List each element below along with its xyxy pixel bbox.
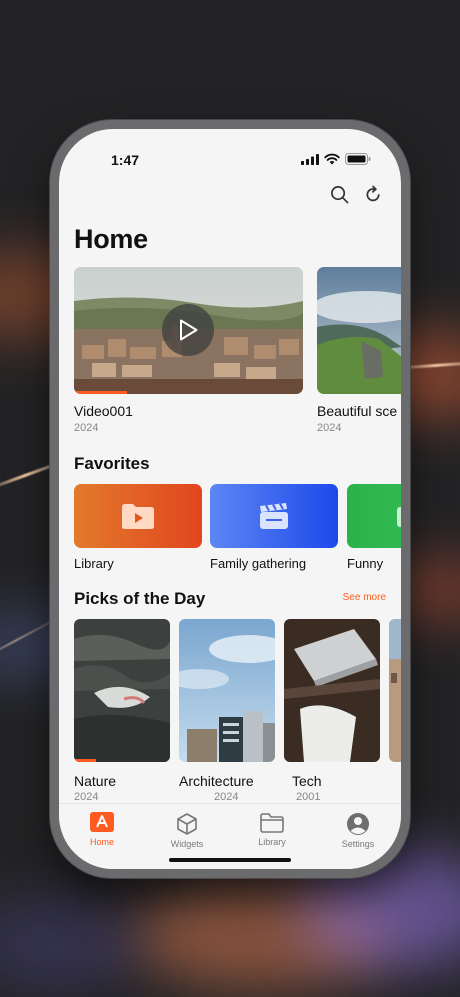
- pick-title: Architecture: [179, 773, 254, 789]
- building-image: [389, 619, 401, 762]
- video-title: Video001: [74, 403, 133, 419]
- video-title: Beautiful sce: [317, 403, 398, 419]
- play-folder-icon: [122, 504, 154, 529]
- favorite-funny[interactable]: Funny: [347, 484, 401, 571]
- video-thumbnail[interactable]: [74, 267, 303, 394]
- video-card[interactable]: Video001 2024: [74, 267, 303, 434]
- city-buildings-image: [179, 619, 275, 762]
- favorite-family-gathering[interactable]: Family gathering: [210, 484, 338, 571]
- wifi-icon: [324, 153, 340, 165]
- search-button[interactable]: [329, 184, 349, 204]
- cube-icon: [177, 813, 197, 835]
- tab-settings[interactable]: Settings: [323, 812, 393, 849]
- favorite-label: Library: [74, 556, 114, 571]
- tab-widgets[interactable]: Widgets: [152, 812, 222, 849]
- pick-card-nature[interactable]: Nature 2024: [74, 619, 170, 803]
- refresh-button[interactable]: [363, 184, 383, 204]
- favorite-label: Family gathering: [210, 556, 307, 571]
- status-bar: 1:47: [59, 129, 401, 177]
- pick-card-partial[interactable]: [389, 619, 401, 762]
- pick-thumbnail: [284, 619, 380, 762]
- tab-label: Widgets: [170, 839, 204, 849]
- pick-card-tech[interactable]: Tech 2001: [284, 619, 380, 803]
- pick-year: 2024: [214, 791, 239, 803]
- folder-icon: [397, 507, 401, 527]
- ocean-waves-image: [74, 619, 170, 762]
- pick-title: Nature: [74, 773, 117, 789]
- favorites-heading: Favorites: [74, 454, 150, 473]
- user-circle-icon: [347, 813, 369, 835]
- search-icon: [330, 185, 348, 203]
- tab-bar: Home Widgets Library Settings: [59, 803, 401, 869]
- tab-library[interactable]: Library: [237, 812, 307, 847]
- cliff-landscape-image: [317, 267, 401, 394]
- watch-progress-bar: [74, 391, 127, 394]
- signal-icon: [301, 153, 319, 165]
- tab-label: Home: [89, 837, 114, 847]
- battery-icon: [345, 153, 371, 165]
- clapperboard-icon: [260, 503, 288, 529]
- home-indicator: [169, 858, 291, 862]
- pick-card-architecture[interactable]: Architecture 2024: [179, 619, 275, 803]
- laptop-desk-image: [284, 619, 380, 762]
- video-thumbnail[interactable]: [317, 267, 401, 394]
- pick-year: 2001: [296, 791, 321, 803]
- refresh-icon: [366, 185, 380, 201]
- watch-progress-bar: [74, 759, 96, 762]
- favorite-label: Funny: [347, 556, 384, 571]
- video-year: 2024: [74, 422, 99, 434]
- app-screen: 1:47 Home Video001 2024 Beautiful sce 20…: [59, 129, 401, 869]
- pick-thumbnail: [389, 619, 401, 762]
- pick-year: 2024: [74, 791, 99, 803]
- play-button[interactable]: [162, 304, 214, 356]
- folder-icon: [260, 813, 284, 833]
- status-time: 1:47: [111, 152, 140, 168]
- pick-title: Tech: [292, 773, 322, 789]
- video-card[interactable]: Beautiful sce 2024: [317, 267, 401, 434]
- tab-label: Library: [258, 837, 286, 847]
- favorite-library[interactable]: Library: [74, 484, 202, 571]
- play-icon: [180, 319, 198, 341]
- home-app-icon: [90, 812, 114, 832]
- tab-home[interactable]: Home: [67, 812, 137, 847]
- page-title: Home: [74, 224, 148, 254]
- phone-frame: 1:47 Home Video001 2024 Beautiful sce 20…: [50, 120, 410, 878]
- pick-thumbnail: [74, 619, 170, 762]
- video-year: 2024: [317, 422, 342, 434]
- pick-thumbnail: [179, 619, 275, 762]
- picks-heading: Picks of the Day: [74, 589, 206, 608]
- tab-label: Settings: [341, 839, 375, 849]
- see-more-link[interactable]: See more: [343, 592, 386, 603]
